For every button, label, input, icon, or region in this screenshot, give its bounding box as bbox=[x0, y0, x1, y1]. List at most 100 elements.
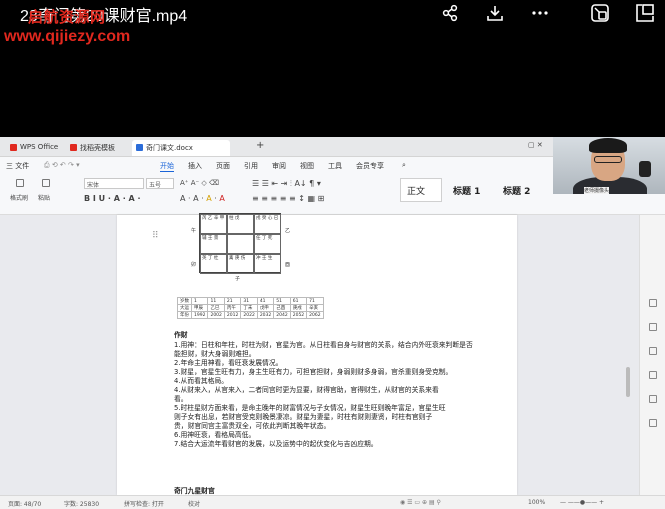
tab-document[interactable]: 奇门课文.docx bbox=[132, 140, 230, 156]
table-cell: 年份 bbox=[177, 311, 192, 319]
grid-cell: 禽 庚 伤 bbox=[227, 254, 254, 274]
tab-label: WPS Office bbox=[20, 143, 59, 151]
list-buttons[interactable]: ☰ ☰ ⇤ ⇥ ⫶ A↓ ¶ ▾ bbox=[252, 179, 321, 189]
table-cell: 31 bbox=[240, 297, 258, 305]
grid-cell: 芮 乙 辛 甲 bbox=[200, 214, 227, 234]
table-move-handle[interactable]: ⠿ bbox=[152, 231, 159, 241]
char-effects[interactable]: A · A · A · A bbox=[180, 194, 225, 203]
fullscreen-icon[interactable] bbox=[633, 2, 657, 24]
doc-line: 1.用神：日柱和年柱，时柱为财，官星为官。从日柱看自身与财官的关系，结合内外旺衰… bbox=[174, 341, 473, 349]
font-name-select[interactable]: 宋体 bbox=[84, 178, 144, 189]
table-cell: 2042 bbox=[273, 311, 291, 319]
player-top-bar: 28奇门第20课财官.mp4 启航资源网 www.qijiezy.com bbox=[0, 0, 665, 45]
more-icon[interactable] bbox=[528, 2, 552, 24]
table-cell: 大运 bbox=[177, 304, 192, 312]
page-count[interactable]: 页面: 48/70 bbox=[8, 499, 41, 508]
table-cell: 1992 bbox=[190, 311, 209, 319]
table-cell: 辛亥 bbox=[306, 304, 324, 312]
table-cell: 2062 bbox=[306, 311, 324, 319]
table-cell: 71 bbox=[306, 297, 324, 305]
tab-label: 奇门课文.docx bbox=[146, 144, 193, 152]
table-cell: 2012 bbox=[223, 311, 242, 319]
status-bar: 页面: 48/70 字数: 25830 拼写检查: 打开 校对 ◉ ☰ ▭ ⊕ … bbox=[0, 495, 665, 509]
table-cell: 甲辰 bbox=[190, 304, 209, 312]
grid-cell: 英 丁 杜 bbox=[200, 254, 227, 274]
grid-cell bbox=[227, 234, 254, 254]
tab-home[interactable]: 开始 bbox=[160, 161, 174, 172]
tab-review[interactable]: 审阅 bbox=[272, 161, 286, 171]
tab-docer[interactable]: 找稻壳模板 bbox=[66, 140, 119, 156]
webcam-label: 老师摄像头 bbox=[584, 187, 610, 194]
style-normal[interactable]: 正文 bbox=[400, 178, 442, 202]
format-painter-icon[interactable] bbox=[16, 179, 24, 187]
doc-line: 4.从财来入，从官来入，二者同宫时更为显要，财得官助，官得财生，从财官的关系来看 bbox=[174, 386, 439, 394]
tab-page[interactable]: 页面 bbox=[216, 161, 230, 171]
table-cell: 1 bbox=[190, 297, 209, 305]
table-cell: 庚戌 bbox=[289, 304, 308, 312]
table-cell: 丁未 bbox=[240, 304, 258, 312]
share-icon[interactable] bbox=[438, 2, 462, 24]
word-count[interactable]: 字数: 25830 bbox=[64, 499, 99, 508]
font-size-buttons[interactable]: A⁺ A⁻ ◇ ⌫ bbox=[180, 179, 219, 187]
grid-side-label: 卯 bbox=[191, 262, 197, 268]
table-row: 大运 甲辰 乙巳 丙午 丁未 戊申 己酉 庚戌 辛亥 bbox=[177, 304, 324, 312]
new-tab-button[interactable]: + bbox=[256, 140, 264, 151]
presenter-hair bbox=[589, 138, 627, 153]
presenter-glasses bbox=[594, 156, 622, 163]
style-heading-1[interactable]: 标题 1 bbox=[446, 178, 494, 202]
table-row: 年份 1992 2002 2012 2022 2032 2042 2052 20… bbox=[177, 311, 324, 319]
table-cell: 21 bbox=[223, 297, 242, 305]
edit-icon[interactable] bbox=[649, 299, 657, 307]
vertical-scrollbar[interactable] bbox=[626, 367, 630, 397]
window-controls[interactable]: ▢ ✕ bbox=[528, 141, 543, 149]
grid-cell: 柱 戊 bbox=[227, 214, 254, 234]
grid-right-label: 乙 bbox=[285, 228, 291, 234]
grid-cell: 戌 癸 心 已 bbox=[254, 214, 281, 234]
doc-line: 6.用神旺衰，看格局高低。 bbox=[174, 431, 256, 439]
file-menu[interactable]: 三 文件 bbox=[6, 161, 29, 171]
zoom-slider[interactable]: — ——●—— + bbox=[560, 499, 604, 506]
tab-insert[interactable]: 插入 bbox=[188, 161, 202, 171]
proofread-label[interactable]: 校对 bbox=[188, 499, 200, 508]
table-cell: 2052 bbox=[289, 311, 308, 319]
format-painter-label: 格式刷 bbox=[10, 195, 29, 202]
font-size-select[interactable]: 五号 bbox=[146, 178, 174, 189]
quick-access-icons[interactable]: ⎙ ⟲ ↶ ↷ ▾ bbox=[44, 161, 80, 170]
style-heading-2[interactable]: 标题 2 bbox=[496, 178, 542, 202]
table-cell: 己酉 bbox=[273, 304, 291, 312]
grid-side-label: 酉 bbox=[285, 262, 291, 268]
pip-icon[interactable] bbox=[588, 2, 612, 24]
wps-icon bbox=[10, 144, 17, 151]
tab-wps-office[interactable]: WPS Office bbox=[6, 140, 62, 156]
tab-member[interactable]: 会员专享 bbox=[356, 161, 384, 171]
spellcheck-status[interactable]: 拼写检查: 打开 bbox=[124, 499, 164, 508]
download-icon[interactable] bbox=[483, 2, 507, 24]
video-player: 28奇门第20课财官.mp4 启航资源网 www.qijiezy.com WPS… bbox=[0, 0, 665, 509]
right-sidebar bbox=[639, 215, 665, 495]
paste-label: 粘贴 bbox=[38, 195, 51, 202]
doc-line: 7.结合大运流年看财官的发展，以及运势中的起伏变化与吉凶应期。 bbox=[174, 440, 378, 448]
view-mode-icons[interactable]: ◉ ☰ ▭ ⊕ ▤ ⚲ bbox=[400, 499, 441, 506]
align-buttons[interactable]: ≡ ≡ ≡ ≡ ≡ ↕ ▦ ⊞ bbox=[252, 194, 324, 203]
paste-icon[interactable] bbox=[42, 179, 50, 187]
table-cell: 2002 bbox=[207, 311, 225, 319]
share-doc-icon[interactable] bbox=[649, 419, 657, 427]
grid-cell: 冲 壬 生 bbox=[254, 254, 281, 274]
table-cell: 乙巳 bbox=[207, 304, 225, 312]
doc-line: 5.时柱星财方面来看，是命主晚年的财富情况与子女情况，财星生旺则晚年富足，官星生… bbox=[174, 404, 446, 412]
select-icon[interactable] bbox=[649, 323, 657, 331]
document-page[interactable]: 午 卯 子 乙 酉 芮 乙 辛 甲 柱 戊 戌 癸 心 已 辅 壬 景 任 丁 … bbox=[117, 213, 517, 495]
tab-view[interactable]: 视图 bbox=[300, 161, 314, 171]
tab-tools[interactable]: 工具 bbox=[328, 161, 342, 171]
tab-references[interactable]: 引用 bbox=[244, 161, 258, 171]
image-icon[interactable] bbox=[649, 371, 657, 379]
table-cell: 2022 bbox=[240, 311, 258, 319]
shape-icon[interactable] bbox=[649, 347, 657, 355]
search-icon[interactable]: ⌕ bbox=[402, 161, 406, 170]
table-cell: 61 bbox=[289, 297, 308, 305]
webcam-overlay bbox=[553, 137, 665, 194]
font-style-buttons[interactable]: B I U · A · A · bbox=[84, 194, 141, 203]
help-icon[interactable] bbox=[649, 395, 657, 403]
zoom-level[interactable]: 100% bbox=[528, 499, 545, 506]
grid-cell: 辅 壬 景 bbox=[200, 234, 227, 254]
